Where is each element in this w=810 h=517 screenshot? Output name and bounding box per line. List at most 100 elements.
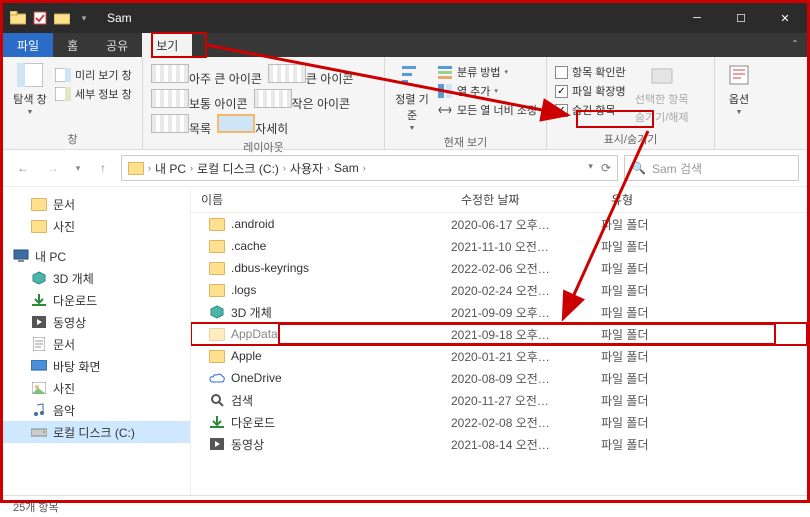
file-row[interactable]: Apple2020-01-21 오후…파일 폴더 (191, 345, 807, 367)
tree-item[interactable]: 동영상 (3, 311, 190, 333)
tree-item[interactable]: 다운로드 (3, 289, 190, 311)
options-button[interactable]: 옵션 ▼ (723, 61, 755, 116)
address-dropdown-icon[interactable]: ▾ (588, 161, 593, 175)
file-row[interactable]: .logs2020-02-24 오전…파일 폴더 (191, 279, 807, 301)
tree-item[interactable]: 문서 (3, 333, 190, 355)
hide-selected-button[interactable]: 선택한 항목 숨기기/해제 (632, 61, 692, 125)
tree-item[interactable]: 로컬 디스크 (C:) (3, 421, 190, 443)
file-row[interactable]: .cache2021-11-10 오전…파일 폴더 (191, 235, 807, 257)
tree-icon (31, 358, 47, 374)
tab-home[interactable]: 홈 (53, 33, 92, 57)
window-title: Sam (99, 11, 675, 25)
tree-icon (31, 292, 47, 308)
breadcrumb[interactable]: 내 PC› (155, 160, 193, 177)
add-columns-button[interactable]: 열 추가 ▾ (437, 83, 537, 99)
file-type: 파일 폴더 (601, 326, 807, 343)
file-date: 2020-06-17 오후… (451, 216, 601, 233)
hidden-items-toggle[interactable]: 숨긴 항목 (555, 102, 626, 118)
file-row[interactable]: .dbus-keyrings2022-02-06 오전…파일 폴더 (191, 257, 807, 279)
file-type: 파일 폴더 (601, 282, 807, 299)
tree-item[interactable]: 바탕 화면 (3, 355, 190, 377)
file-icon (209, 326, 225, 342)
col-name[interactable]: 이름 (191, 191, 451, 208)
file-row[interactable]: OneDrive 2020-08-09 오전…파일 폴더 (191, 367, 807, 389)
file-date: 2022-02-08 오전… (451, 414, 601, 431)
details-pane-button[interactable]: 세부 정보 창 (55, 86, 132, 102)
tree-item[interactable]: 사진 (3, 377, 190, 399)
file-list[interactable]: .android2020-06-17 오후…파일 폴더.cache2021-11… (191, 213, 807, 495)
file-type: 파일 폴더 (601, 392, 807, 409)
tree-label: 다운로드 (53, 292, 97, 309)
tree-item[interactable]: 3D 개체 (3, 267, 190, 289)
refresh-icon[interactable]: ⟳ (601, 161, 611, 175)
group-by-button[interactable]: 분류 방법 ▾ (437, 64, 537, 80)
file-row[interactable]: 동영상2021-08-14 오전…파일 폴더 (191, 433, 807, 455)
size-columns-button[interactable]: 모든 열 너비 조정 (437, 102, 537, 118)
file-name: OneDrive (231, 371, 282, 385)
layout-medium[interactable]: 보통 아이콘 (151, 89, 248, 112)
file-row[interactable]: 다운로드2022-02-08 오전…파일 폴더 (191, 411, 807, 433)
file-icon (209, 238, 225, 254)
layout-small[interactable]: 작은 아이콘 (254, 89, 351, 112)
preview-pane-button[interactable]: 미리 보기 창 (55, 67, 132, 83)
file-icon (209, 282, 225, 298)
file-row[interactable]: AppData2021-09-18 오후…파일 폴더 (191, 323, 807, 345)
sizecol-icon (437, 102, 453, 118)
recent-button[interactable]: ▾ (71, 156, 85, 180)
maximize-button[interactable]: ☐ (719, 3, 763, 33)
col-type[interactable]: 유형 (601, 191, 807, 208)
file-date: 2021-09-18 오후… (451, 326, 601, 343)
tree-item[interactable]: 음악 (3, 399, 190, 421)
item-count: 25개 항목 (13, 499, 59, 515)
file-extensions-toggle[interactable]: 파일 확장명 (555, 83, 626, 99)
qat-dropdown-icon[interactable]: ▾ (75, 9, 93, 27)
file-row[interactable]: 3D 개체2021-09-09 오후…파일 폴더 (191, 301, 807, 323)
ribbon-collapse-icon[interactable]: ˆ (783, 33, 807, 57)
search-box[interactable]: 🔍 Sam 검색 (624, 155, 799, 181)
up-button[interactable]: ↑ (91, 156, 115, 180)
file-date: 2020-08-09 오전… (451, 370, 601, 387)
breadcrumb[interactable]: Sam› (334, 161, 366, 175)
breadcrumb[interactable]: 로컬 디스크 (C:)› (197, 160, 286, 177)
tab-share[interactable]: 공유 (92, 33, 142, 57)
tab-view[interactable]: 보기 (142, 33, 192, 57)
file-type: 파일 폴더 (601, 238, 807, 255)
layout-details[interactable]: 자세히 (217, 114, 288, 137)
file-type: 파일 폴더 (601, 348, 807, 365)
tree-item[interactable]: 사진 (3, 215, 190, 237)
file-row[interactable]: 검색2020-11-27 오전…파일 폴더 (191, 389, 807, 411)
file-row[interactable]: .android2020-06-17 오후…파일 폴더 (191, 213, 807, 235)
column-headers[interactable]: 이름 수정한 날짜 유형 (191, 187, 807, 213)
layout-extra-large[interactable]: 아주 큰 아이콘 (151, 64, 262, 87)
file-type: 파일 폴더 (601, 370, 807, 387)
folder-icon (128, 160, 144, 176)
explorer-icon (9, 9, 27, 27)
address-bar[interactable]: › 내 PC› 로컬 디스크 (C:)› 사용자› Sam› ▾ ⟳ (121, 155, 618, 181)
layout-list[interactable]: 목록 (151, 114, 211, 137)
navigation-pane-button[interactable]: 탐색 창 ▼ (11, 61, 49, 116)
file-name: .dbus-keyrings (231, 261, 309, 275)
back-button[interactable]: ← (11, 156, 35, 180)
group-layout-label: 레이아웃 (151, 137, 376, 155)
file-name: 다운로드 (231, 414, 275, 431)
file-date: 2020-01-21 오후… (451, 348, 601, 365)
qat-properties-icon[interactable] (31, 9, 49, 27)
col-modified[interactable]: 수정한 날짜 (451, 191, 601, 208)
layout-large[interactable]: 큰 아이콘 (268, 64, 354, 87)
tree-item[interactable]: 문서 (3, 193, 190, 215)
item-checkboxes-toggle[interactable]: 항목 확인란 (555, 64, 626, 80)
search-icon: 🔍 (631, 161, 646, 175)
breadcrumb[interactable]: 사용자› (290, 160, 330, 177)
tree-label: 로컬 디스크 (C:) (53, 424, 135, 441)
tree-icon (31, 218, 47, 234)
tree-label: 문서 (53, 336, 75, 353)
close-button[interactable]: ✕ (763, 3, 807, 33)
qat-folder-icon[interactable] (53, 9, 71, 27)
tab-file[interactable]: 파일 (3, 33, 53, 57)
navigation-tree[interactable]: 문서사진내 PC3D 개체다운로드동영상문서바탕 화면사진음악로컬 디스크 (C… (3, 187, 191, 495)
tree-icon (31, 196, 47, 212)
sort-button[interactable]: 정렬 기준 ▼ (393, 61, 431, 132)
forward-button[interactable]: → (41, 156, 65, 180)
minimize-button[interactable]: ─ (675, 3, 719, 33)
tree-item[interactable]: 내 PC (3, 245, 190, 267)
